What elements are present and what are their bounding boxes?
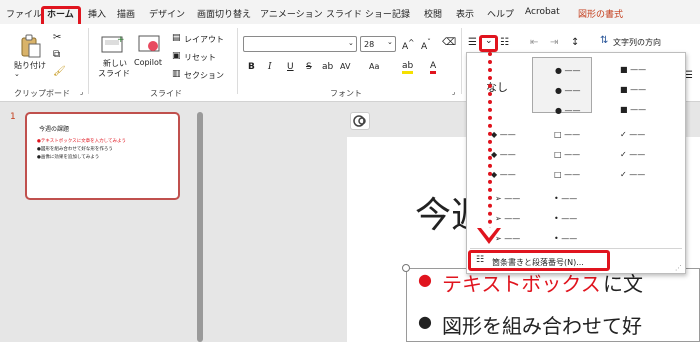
- font-group-label: フォント: [330, 89, 362, 98]
- tab-acrobat[interactable]: Acrobat: [525, 7, 560, 17]
- tab-draw[interactable]: 描画: [117, 7, 135, 20]
- tab-animations[interactable]: アニメーション: [260, 7, 323, 20]
- reset-button[interactable]: リセット: [184, 52, 216, 63]
- bullets-icon[interactable]: ☰: [468, 37, 477, 48]
- designer-icon: [353, 115, 366, 127]
- italic-button[interactable]: I: [268, 62, 272, 72]
- thumbnail-line-3: ●画像に効果を追加してみよう: [37, 155, 100, 160]
- font-name-dropdown-icon[interactable]: ⌄: [348, 39, 354, 47]
- bullets-and-numbering-label: 箇条書きと段落番号(N)...: [492, 258, 584, 267]
- tab-insert[interactable]: 挿入: [88, 7, 106, 20]
- copilot-icon[interactable]: [138, 34, 162, 54]
- section-button[interactable]: セクション: [184, 70, 224, 81]
- ribbon-tabs: ファイル ホーム 挿入 描画 デザイン 画面切り替え アニメーション スライド …: [0, 0, 700, 24]
- diamond-bullet-icon: ◆ —— ◆ —— ◆ ——: [491, 130, 516, 179]
- paste-icon[interactable]: [20, 34, 42, 58]
- tab-shape-format[interactable]: 図形の書式: [578, 7, 623, 20]
- slide-line-2: 図形を組み合わせて好: [442, 314, 642, 338]
- dropdown-separator: [470, 248, 682, 249]
- font-name-input[interactable]: [243, 36, 357, 52]
- annotation-arrow-line: [488, 52, 492, 232]
- tab-review[interactable]: 校閲: [424, 7, 442, 20]
- bullet-option-filled-square[interactable]: ■ —— ■ —— ■ ——: [598, 57, 658, 114]
- bullets-dropdown-arrow-highlight: ⌄: [479, 35, 498, 52]
- separator: [88, 28, 89, 94]
- thumbnail-scrollbar-thumb[interactable]: [197, 112, 203, 342]
- bullet-option-none[interactable]: なし: [475, 57, 535, 113]
- text-direction-button[interactable]: 文字列の方向: [613, 37, 661, 48]
- resize-handle[interactable]: [402, 264, 410, 272]
- svg-text:+: +: [117, 35, 125, 45]
- slide-number: 1: [10, 112, 16, 122]
- bullet-option-diamond[interactable]: ◆ —— ◆ —— ◆ ——: [475, 124, 535, 180]
- line-spacing-icon[interactable]: ↕: [571, 37, 579, 48]
- underline-button[interactable]: U: [287, 62, 294, 72]
- bullet-option-filled-round[interactable]: ● —— ● —— ● ——: [532, 57, 592, 115]
- layout-button[interactable]: レイアウト: [184, 34, 224, 45]
- new-slide-label-2[interactable]: スライド: [98, 68, 130, 79]
- bold-button[interactable]: B: [248, 62, 255, 72]
- grow-font-icon[interactable]: A^: [402, 38, 414, 52]
- bullet-option-checkmark[interactable]: ✓ —— ✓ —— ✓ ——: [598, 124, 658, 180]
- tab-transitions[interactable]: 画面切り替え: [197, 7, 251, 20]
- font-size-value: 28: [364, 40, 375, 49]
- shadow-text-icon[interactable]: ab: [322, 62, 333, 72]
- change-case-button[interactable]: Aa: [369, 62, 379, 71]
- thumbnail-line-1: ●テキストボックスに文章を入力してみよう: [37, 139, 127, 144]
- bullet-option-small-dot[interactable]: • —— • —— • ——: [532, 188, 592, 244]
- shrink-font-icon[interactable]: Aˇ: [421, 38, 431, 52]
- separator: [461, 28, 462, 94]
- section-icon[interactable]: ▥: [172, 69, 181, 79]
- tab-record[interactable]: 記録: [392, 7, 410, 20]
- highlight-color-button[interactable]: ab: [402, 61, 414, 74]
- paste-dropdown-icon[interactable]: ⌄: [14, 70, 20, 78]
- slide-thumbnail[interactable]: 今週の課題 ●テキストボックスに文章を入力してみよう ●図形を組み合わせて好な形…: [25, 112, 180, 200]
- dropdown-resize-grip[interactable]: ⋰: [675, 264, 682, 272]
- clipboard-launcher-icon[interactable]: ⌟: [80, 88, 83, 96]
- char-spacing-button[interactable]: AV: [340, 62, 350, 71]
- clipboard-group-label: クリップボード: [14, 89, 70, 98]
- thumbnail-line-2: ●図形を組み合わせて好な形を作ろう: [37, 147, 113, 152]
- separator: [237, 28, 238, 94]
- increase-indent-icon[interactable]: ⇥: [550, 37, 558, 48]
- bullets-dropdown-arrow-icon[interactable]: ⌄: [485, 36, 493, 46]
- cut-icon[interactable]: ✂: [53, 32, 61, 43]
- layout-icon[interactable]: ▤: [172, 33, 181, 43]
- new-slide-icon[interactable]: +: [101, 34, 125, 54]
- strikethrough-button[interactable]: S: [306, 62, 312, 72]
- bullets-numbering-icon: ☷: [476, 255, 485, 265]
- thumbnail-title: 今週の課題: [39, 126, 70, 133]
- annotation-arrow-head-inner: [481, 228, 497, 238]
- hollow-square-bullet-icon: □ —— □ —— □ ——: [554, 130, 581, 179]
- copilot-label[interactable]: Copilot: [134, 58, 162, 67]
- tab-slideshow[interactable]: スライド ショー: [326, 7, 392, 20]
- checkmark-bullet-icon: ✓ —— ✓ —— ✓ ——: [620, 130, 646, 179]
- text-direction-icon[interactable]: ⇅: [600, 35, 608, 46]
- font-color-button[interactable]: A: [430, 61, 437, 74]
- decrease-indent-icon[interactable]: ⇤: [530, 37, 538, 48]
- clear-format-icon[interactable]: ⌫: [442, 37, 456, 48]
- font-launcher-icon[interactable]: ⌟: [452, 88, 455, 96]
- bullet-option-hollow-square[interactable]: □ —— □ —— □ ——: [532, 124, 592, 180]
- tab-view[interactable]: 表示: [456, 7, 474, 20]
- tab-help[interactable]: ヘルプ: [487, 7, 514, 20]
- bullet-dot-red: ●: [418, 270, 432, 289]
- designer-button[interactable]: [350, 112, 370, 130]
- filled-round-bullet-icon: ● —— ● —— ● ——: [555, 66, 581, 115]
- copy-icon[interactable]: ⧉: [53, 49, 60, 60]
- tab-design[interactable]: デザイン: [149, 7, 185, 20]
- filled-square-bullet-icon: ■ —— ■ —— ■ ——: [620, 65, 647, 114]
- format-painter-icon[interactable]: 🖌: [53, 66, 66, 77]
- font-size-dropdown-icon[interactable]: ⌄: [387, 38, 393, 46]
- numbering-icon[interactable]: ☷: [500, 37, 509, 48]
- bullet-dot-black: ●: [418, 312, 432, 331]
- slides-group-label: スライド: [150, 89, 182, 98]
- small-dot-bullet-icon: • —— • —— • ——: [554, 194, 578, 243]
- font-size-input[interactable]: 28 ⌄: [360, 36, 396, 52]
- tab-file[interactable]: ファイル: [6, 7, 42, 20]
- reset-icon[interactable]: ▣: [172, 51, 181, 61]
